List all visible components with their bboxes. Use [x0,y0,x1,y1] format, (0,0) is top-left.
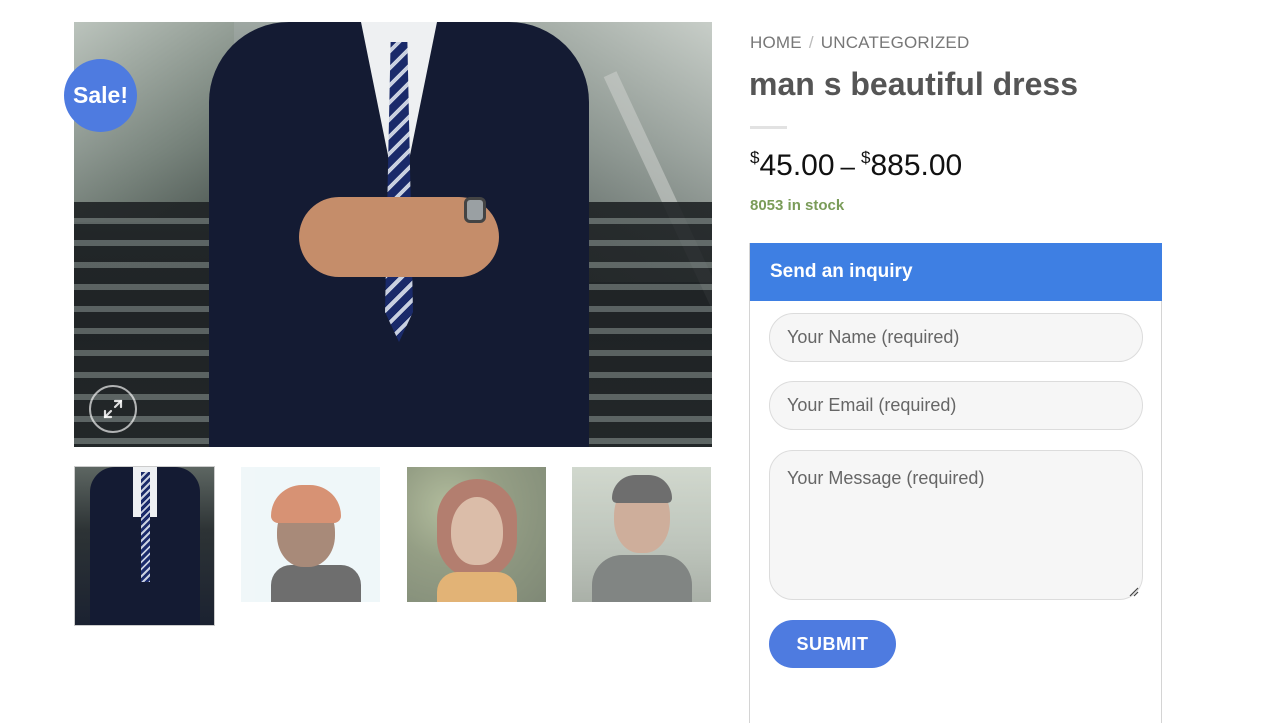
thumbnail-man-in-suit[interactable] [74,466,215,626]
thumbnail-man-orange-beanie[interactable] [241,467,380,602]
inquiry-header: Send an inquiry [750,243,1162,301]
breadcrumb-home-link[interactable]: HOME [750,33,802,52]
zoom-button[interactable] [89,385,137,433]
thumbnail-image [437,572,517,602]
price-min: 45.00 [759,149,835,182]
watch [464,197,486,223]
message-textarea[interactable] [769,450,1143,600]
breadcrumb: HOME / UNCATEGORIZED [750,33,969,53]
product-title: man s beautiful dress [749,66,1078,102]
thumbnail-woman-red-hair[interactable] [407,467,546,602]
stock-status: 8053 in stock [750,197,845,214]
thumbnail-image [612,475,672,503]
email-input[interactable] [769,381,1143,430]
inquiry-form: Send an inquiry SUBMIT [749,243,1162,723]
main-product-image[interactable] [74,22,712,447]
submit-button[interactable]: SUBMIT [769,620,896,668]
name-input[interactable] [769,313,1143,362]
expand-icon [103,399,123,419]
title-divider [750,126,787,129]
price-range: $45.00– $885.00 [750,148,962,183]
breadcrumb-separator: / [808,33,814,52]
price-dash: – [840,151,856,181]
thumbnail-image [271,565,361,602]
resize-grip-icon[interactable] [1129,587,1139,597]
thumbnail-image [592,555,692,602]
breadcrumb-category-link[interactable]: UNCATEGORIZED [821,33,970,52]
thumbnail-image [141,472,150,582]
price-max: 885.00 [870,149,963,182]
thumbnail-image [451,497,503,565]
thumbnail-image [271,485,341,523]
thumbnail-man-gray-sweater[interactable] [572,467,711,602]
man-in-suit-figure [209,22,589,447]
sale-badge: Sale! [64,59,137,132]
